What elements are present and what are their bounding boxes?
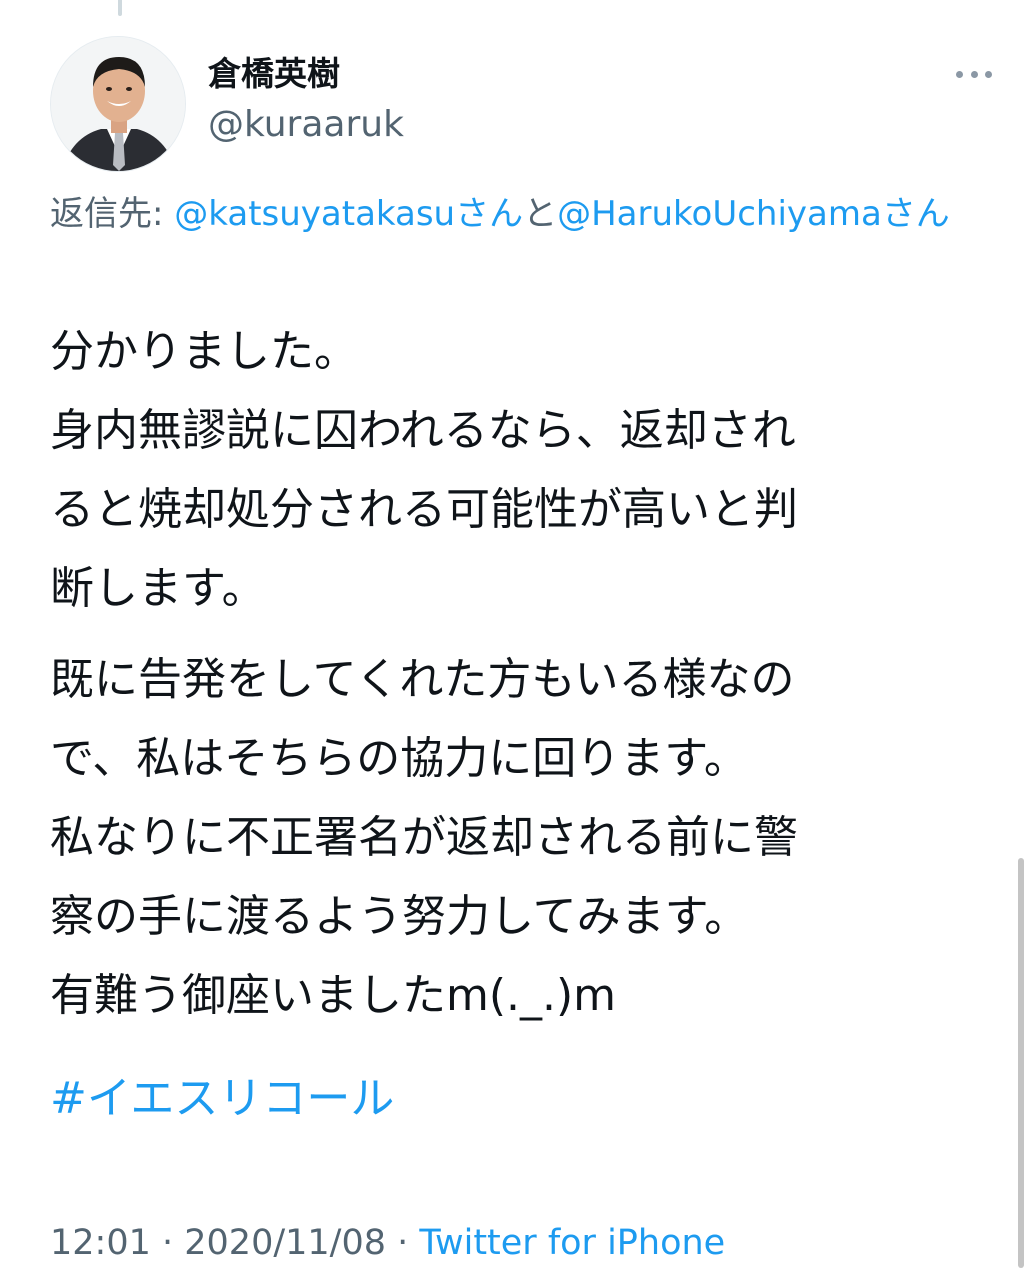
author-handle[interactable]: @kuraaruk — [208, 104, 404, 146]
mention-handle: @HarukoUchiyama — [557, 194, 882, 234]
meta-separator: · — [386, 1223, 420, 1263]
scrollbar-thumb[interactable] — [1018, 858, 1024, 1268]
mention-suffix: さん — [881, 194, 950, 234]
tweet-source-link[interactable]: Twitter for iPhone — [419, 1223, 725, 1263]
mention-suffix: さん — [455, 194, 524, 234]
tweet-line: 断します。 — [50, 563, 266, 614]
tweet-text: 分かりました。 身内無謬説に囚われるなら、返却され ると焼却処分される可能性が高… — [50, 312, 980, 1138]
tweet-line: 有難う御座いましたm(._.)m — [50, 970, 617, 1021]
mention-link-harukouchiyama[interactable]: @HarukoUchiyamaさん — [557, 194, 950, 234]
tweet-header: 倉橋英樹 @kuraaruk — [50, 30, 992, 172]
tweet-line: ると焼却処分される可能性が高いと判 — [50, 484, 798, 535]
mention-link-katsuyatakasu[interactable]: @katsuyatakasuさん — [174, 194, 523, 234]
more-dots-icon — [956, 70, 963, 78]
tweet-date[interactable]: 2020/11/08 — [184, 1223, 386, 1263]
more-dots-icon-dot — [985, 70, 992, 78]
profile-photo-icon — [51, 37, 185, 171]
tweet-line: 私なりに不正署名が返却される前に警 — [50, 812, 798, 863]
replying-to-joiner: と — [523, 194, 558, 234]
tweet-line: 既に告発をしてくれた方もいる様なの — [50, 654, 795, 705]
tweet-metadata: 12:01 · 2020/11/08 · Twitter for iPhone — [50, 1218, 725, 1268]
thread-connector-line — [118, 0, 122, 16]
tweet-paragraph-1: 分かりました。 身内無謬説に囚われるなら、返却され ると焼却処分される可能性が高… — [50, 312, 980, 628]
mention-handle: @katsuyatakasu — [174, 194, 456, 234]
replying-to-line: 返信先: @katsuyatakasuさんと@HarukoUchiyamaさん — [50, 188, 980, 240]
tweet-line: 分かりました。 — [50, 326, 358, 377]
replying-to-prefix: 返信先: — [50, 194, 175, 234]
author-display-name[interactable]: 倉橋英樹 — [208, 54, 340, 94]
tweet-line: 察の手に渡るよう努力してみます。 — [50, 891, 749, 942]
tweet-line: 身内無謬説に囚われるなら、返却され — [50, 405, 796, 456]
more-options-button[interactable] — [952, 60, 996, 88]
tweet-line: で、私はそちらの協力に回ります。 — [50, 733, 748, 784]
tweet-time[interactable]: 12:01 — [50, 1223, 151, 1263]
tweet-paragraph-2: 既に告発をしてくれた方もいる様なの で、私はそちらの協力に回ります。 私なりに不… — [50, 640, 980, 1035]
meta-separator: · — [150, 1223, 185, 1263]
author-avatar[interactable] — [50, 36, 186, 172]
more-dots-icon-dot — [970, 70, 978, 78]
hashtag-link[interactable]: #イエスリコール — [50, 1059, 980, 1138]
